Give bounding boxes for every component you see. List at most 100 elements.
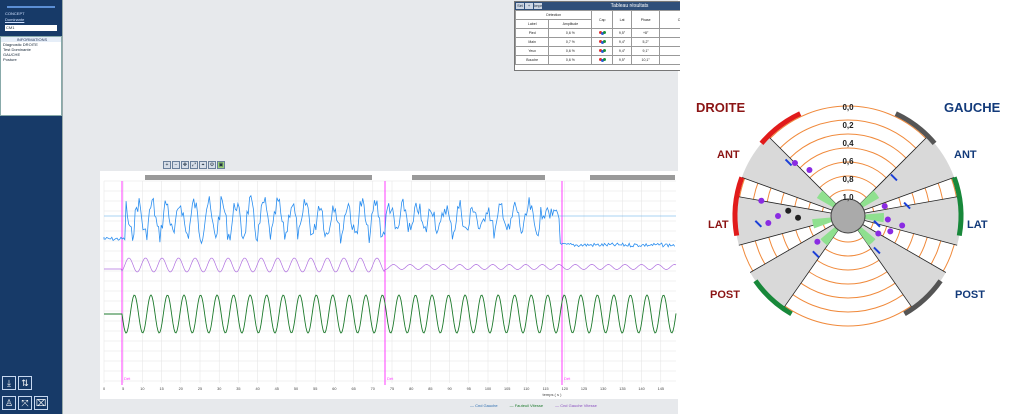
- share-icon[interactable]: ⤧: [18, 396, 32, 410]
- x-tick-label: 135: [619, 387, 625, 391]
- row-dots: [591, 28, 614, 38]
- signal-plot[interactable]: Dét Dét Dét 0 5 10 15 20 25 30 35 40 45 50 55 60 65 70 75 8…: [100, 171, 680, 399]
- row-phase: +8°: [630, 28, 661, 38]
- x-tick-label: 125: [581, 387, 587, 391]
- x-tick-label: 50: [294, 387, 298, 391]
- row-lat: 9,5°: [612, 55, 632, 65]
- data-point: [806, 167, 813, 174]
- row-label: Bouche: [514, 55, 550, 65]
- row-lat: 9,4°: [612, 37, 632, 47]
- data-point: [785, 207, 792, 214]
- x-tick-label: 20: [179, 387, 183, 391]
- sidebar-panel-row[interactable]: Posture: [1, 57, 61, 62]
- sidebar: CONCEPT Dominante CM1 INFORMATIONS Diagn…: [0, 0, 62, 414]
- cap-dots-icon: [598, 30, 606, 35]
- data-point: [791, 159, 798, 166]
- plot-legend: — Cnd Gauche — Fauteuil Vitesse — Cnd Ga…: [470, 403, 670, 412]
- posture-polar-diagram: DROITE GAUCHE ANT LAT POST ANT LAT POST …: [680, 0, 1024, 414]
- col-header: Lat: [612, 10, 632, 29]
- blue-signal: [103, 194, 676, 248]
- x-tick-label: 45: [275, 387, 279, 391]
- x-tick-label: 90: [447, 387, 451, 391]
- data-point: [795, 214, 802, 221]
- x-tick-label: 115: [543, 387, 549, 391]
- x-tick-label: 0: [103, 387, 105, 391]
- row-lat: 9,5°: [612, 28, 632, 38]
- x-tick-label: 5: [122, 387, 124, 391]
- row-amplitude: 0,7 %: [548, 37, 593, 47]
- marker-label: Dét: [564, 376, 571, 381]
- sync-icon[interactable]: ⇅: [18, 376, 32, 390]
- x-tick-label: 130: [600, 387, 606, 391]
- data-point: [899, 222, 906, 229]
- ring-label: 1,0: [842, 193, 854, 202]
- row-label: Main: [514, 37, 550, 47]
- x-tick-label: 145: [658, 387, 664, 391]
- x-tick-label: 140: [638, 387, 644, 391]
- fit-icon[interactable]: ⤢: [190, 161, 198, 169]
- row-dots: [591, 37, 614, 47]
- x-tick-label: 80: [409, 387, 413, 391]
- row-amplitude: 0,6 %: [548, 28, 593, 38]
- row-phase: 9,1°: [630, 46, 661, 56]
- settings-icon[interactable]: ⚙: [208, 161, 216, 169]
- zoom-out-icon[interactable]: −: [172, 161, 180, 169]
- marker-label: Dét: [387, 376, 394, 381]
- x-tick-label: 10: [140, 387, 144, 391]
- sidebar-select[interactable]: CM1: [5, 25, 57, 31]
- row-amplitude: 0,6 %: [548, 55, 593, 65]
- add-button[interactable]: +: [525, 3, 533, 9]
- cap-dots-icon: [598, 57, 606, 62]
- x-tick-label: 55: [313, 387, 317, 391]
- zoom-in-icon[interactable]: +: [163, 161, 171, 169]
- top-band-gap: [545, 175, 590, 180]
- data-point: [884, 216, 891, 223]
- select-button[interactable]: Sél: [516, 3, 524, 9]
- data-point: [775, 213, 781, 219]
- pan-icon[interactable]: ✥: [181, 161, 189, 169]
- person-icon[interactable]: ♙: [2, 396, 16, 410]
- x-tick-label: 70: [371, 387, 375, 391]
- row-dots: [591, 55, 614, 65]
- sidebar-header-line: CONCEPT: [5, 11, 25, 16]
- sidebar-info-panel: INFORMATIONS Diagnostic DROITE Test Domi…: [0, 36, 62, 116]
- center-disc: [830, 198, 866, 234]
- trash-icon[interactable]: ⌧: [34, 396, 48, 410]
- x-tick-label: 75: [390, 387, 394, 391]
- cursor-icon[interactable]: ⌖: [199, 161, 207, 169]
- x-tick-label: 15: [159, 387, 163, 391]
- data-point: [887, 228, 894, 235]
- green-signal: [104, 294, 677, 334]
- col-header: Détection: [514, 10, 593, 20]
- col-header: Cap: [591, 10, 614, 29]
- x-tick-label: 85: [428, 387, 432, 391]
- print-button[interactable]: Impr: [534, 3, 542, 9]
- data-point: [758, 197, 765, 204]
- cap-dots-icon: [598, 48, 606, 53]
- x-tick-label: 65: [351, 387, 355, 391]
- row-dots: [591, 46, 614, 56]
- marker-label: Dét: [124, 376, 131, 381]
- top-band-gap: [372, 175, 412, 180]
- sidebar-header-link[interactable]: Dominante: [5, 17, 24, 22]
- data-point: [875, 230, 882, 237]
- data-point: [881, 203, 888, 210]
- x-tick-label: 120: [562, 387, 568, 391]
- export-icon[interactable]: ⤓: [2, 376, 16, 390]
- data-point: [765, 219, 772, 226]
- x-tick-label: 25: [198, 387, 202, 391]
- sidebar-header: CONCEPT Dominante CM1: [3, 4, 59, 34]
- x-axis-label: temps ( s ): [543, 392, 563, 397]
- ring-label: 0,0: [842, 103, 854, 112]
- legend-item: — Cnd Gauche Vitesse: [555, 403, 597, 408]
- col-subheader: Label: [514, 19, 550, 29]
- export-plot-icon[interactable]: ▣: [217, 161, 225, 169]
- row-label: Yeux: [514, 46, 550, 56]
- x-tick-label: 100: [485, 387, 491, 391]
- row-label: Pied: [514, 28, 550, 38]
- legend-item: — Cnd Gauche: [470, 403, 498, 408]
- row-phase: 5,2°: [630, 37, 661, 47]
- cap-dots-icon: [598, 39, 606, 44]
- data-point: [814, 238, 821, 245]
- col-subheader: Amplitude: [548, 19, 593, 29]
